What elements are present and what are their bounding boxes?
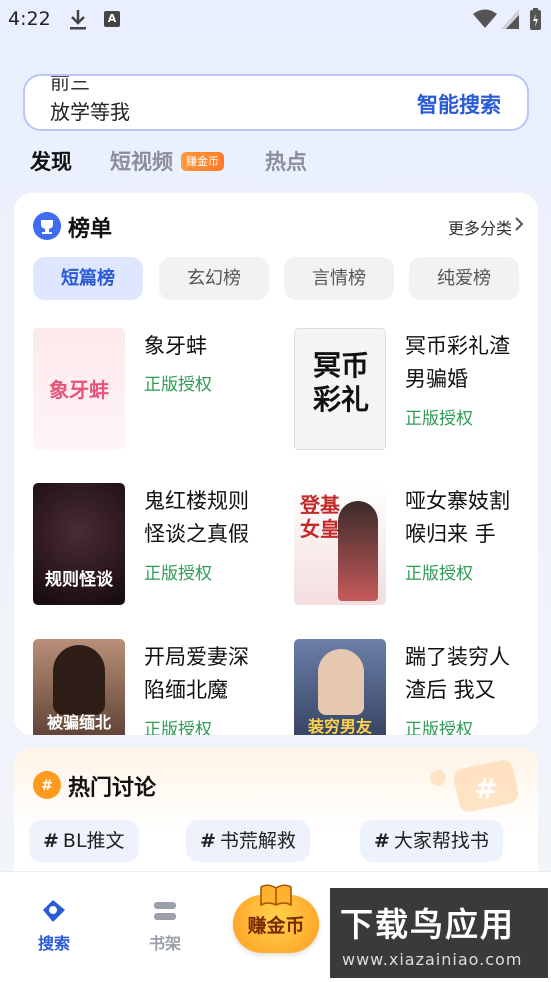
bookshelf-icon [154,902,176,920]
nav-search[interactable]: 搜索 [24,896,84,954]
watermark-url: www.xiazainiao.com [342,950,523,969]
tab-discover[interactable]: 发现 [30,146,72,176]
hashtag-icon: # [374,830,390,852]
svg-text:#: # [474,772,497,805]
cover-figure [53,645,105,715]
nav-bookshelf[interactable]: 书架 [135,896,195,954]
earn-coins-label: 赚金币 [247,915,305,937]
book-title: 开局爱妻深陷缅北魔 [144,645,249,702]
watermark-main-text: 下载鸟应用 [340,905,515,944]
a-badge-icon: A [104,11,120,27]
cover-title: 登基女皇 [300,493,340,541]
topic-label: BL推文 [62,830,125,852]
search-suggestion-previous: 前三 [50,74,90,94]
status-time: 4:22 [8,8,51,30]
hashtag-icon: # [43,830,59,852]
book-cover[interactable]: 被骗缅北 [33,639,125,735]
book-item[interactable]: 冥币彩礼 冥币彩礼渣男骗婚 正版授权 [294,328,534,458]
tab-short-video[interactable]: 短视频 [110,146,173,176]
chip-short-ranking[interactable]: 短篇榜 [33,257,143,300]
search-box[interactable]: 前三 放学等我 智能搜索 [23,74,529,131]
book-license: 正版授权 [144,720,212,735]
book-item[interactable]: 规则怪谈 鬼红楼规则怪谈之真假 正版授权 [33,483,273,613]
book-cover[interactable]: 冥币彩礼 [294,328,386,450]
earn-coins-button[interactable]: 赚金币 [233,884,319,953]
status-bar: 4:22 A [0,0,551,40]
book-title: 踹了装穷人渣后 我又 [405,645,510,702]
hot-discussion-icon: # [33,771,61,799]
book-cover[interactable]: 登基女皇 [294,483,386,605]
topic-bl-recommend[interactable]: # BL推文 [29,820,139,862]
cover-title: 冥币彩礼 [312,349,369,416]
book-item[interactable]: 登基女皇 哑女寨妓割喉归来 手 正版授权 [294,483,534,613]
hashtag-icon: # [200,830,216,852]
trophy-icon [33,212,61,240]
tab-hot[interactable]: 热点 [265,146,307,176]
chevron-right-icon[interactable] [512,215,526,233]
ranking-card: 榜单 更多分类 短篇榜 玄幻榜 言情榜 纯爱榜 象牙蚌 象牙蚌 正版授权 冥币彩… [14,193,538,735]
cover-title: 装穷男友 [307,717,372,735]
book-cover[interactable]: 装穷男友 [294,639,386,735]
hashtag-decoration-icon: # [430,760,519,812]
nav-bookshelf-label: 书架 [148,934,181,953]
book-title: 哑女寨妓割喉归来 手 [405,489,510,546]
topic-book-shortage[interactable]: # 书荒解救 [186,820,310,862]
book-title: 冥币彩礼渣男骗婚 [405,334,510,391]
earn-coin-badge: 赚金币 [181,152,224,171]
more-categories-link[interactable]: 更多分类 [448,215,512,239]
chip-fantasy-ranking[interactable]: 玄幻榜 [159,257,269,300]
book-license: 正版授权 [405,720,473,735]
book-license: 正版授权 [144,375,212,395]
download-icon [70,10,86,30]
topic-label: 书荒解救 [219,830,296,852]
signal-icon [501,9,519,29]
book-title: 象牙蚌 [144,334,207,358]
chip-bl-ranking[interactable]: 纯爱榜 [409,257,519,300]
cover-title: 象牙蚌 [49,378,109,402]
chip-romance-ranking[interactable]: 言情榜 [284,257,394,300]
book-license: 正版授权 [405,409,473,429]
book-license: 正版授权 [405,564,473,584]
book-title: 鬼红楼规则怪谈之真假 [144,489,249,546]
watermark-logo: 下载鸟应用 www.xiazainiao.com [330,888,548,978]
book-item[interactable]: 被骗缅北 开局爱妻深陷缅北魔 正版授权 [33,639,273,735]
book-cover[interactable]: 象牙蚌 [33,328,125,450]
nav-search-label: 搜索 [37,934,70,953]
book-icon [260,884,292,907]
wifi-icon [473,9,497,28]
cover-figure [318,649,364,715]
book-cover[interactable]: 规则怪谈 [33,483,125,605]
book-item[interactable]: 装穷男友 踹了装穷人渣后 我又 正版授权 [294,639,534,735]
topic-help-find-book[interactable]: # 大家帮找书 [360,820,503,862]
search-tag-icon [43,900,65,922]
cover-title: 被骗缅北 [46,713,111,732]
ranking-title: 榜单 [68,217,113,242]
cover-title: 规则怪谈 [45,570,113,590]
book-item[interactable]: 象牙蚌 象牙蚌 正版授权 [33,328,273,458]
battery-icon [530,8,541,30]
search-suggestion[interactable]: 放学等我 [50,96,130,125]
smart-search-button[interactable]: 智能搜索 [417,89,501,119]
book-license: 正版授权 [144,564,212,584]
svg-text:#: # [41,778,53,794]
topic-label: 大家帮找书 [393,830,489,852]
hot-discussion-title: 热门讨论 [68,776,157,801]
cover-figure [338,501,378,601]
hot-discussion-card: # 热门讨论 # # BL推文 # 书荒解救 # 大家帮找书 [14,748,538,888]
